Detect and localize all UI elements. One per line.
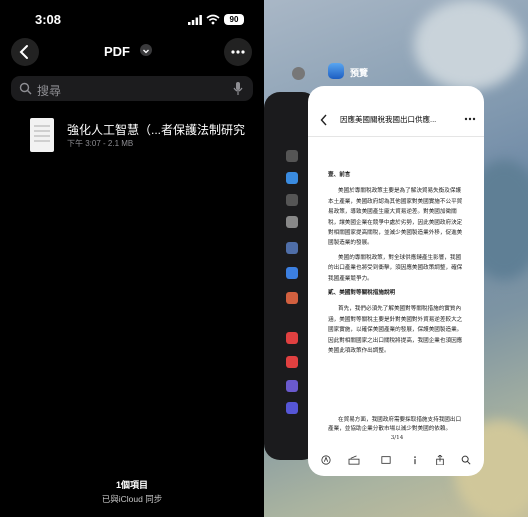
battery-indicator: 90 (224, 14, 244, 25)
wifi-icon (206, 14, 220, 25)
file-name: 強化人工智慧（...者保護法制研究 (67, 123, 246, 137)
settings-app-icon (292, 67, 305, 80)
file-list-item[interactable]: 強化人工智慧（...者保護法制研究 下午 3:07 - 2.1 MB (30, 118, 260, 158)
markup-toolbar (308, 448, 484, 472)
file-meta: 下午 3:07 - 2.1 MB (67, 139, 134, 148)
pdf-thumbnail (30, 118, 54, 152)
search-field[interactable]: 搜尋 (11, 76, 253, 101)
title-menu-button[interactable] (140, 44, 152, 56)
back-button[interactable] (11, 38, 39, 66)
item-count: 1個項目 (115, 480, 148, 490)
status-time: 3:08 (35, 12, 62, 27)
search-placeholder: 搜尋 (37, 84, 62, 98)
section-heading: 壹、前言 (328, 172, 351, 178)
document-title[interactable]: 因應美國關稅我國出口供應... (340, 114, 436, 125)
magnifier-icon (19, 82, 32, 95)
markup-pen-icon[interactable] (320, 455, 332, 465)
ellipsis-icon[interactable] (464, 117, 476, 121)
shape-icon[interactable] (380, 455, 392, 465)
app-label: 預覽 (350, 68, 369, 78)
icloud-sync-status: 已與iCloud 同步 (101, 494, 163, 504)
section-heading: 貳、美國對等關稅措施說明 (328, 290, 396, 297)
more-button[interactable] (224, 38, 252, 66)
document-page-2: 在貿易方面，我國政府需要採取措施支持我國出口產業，並協助企業分散市場以減少對美國… (328, 416, 466, 443)
folder-title[interactable]: PDF (104, 44, 130, 59)
preview-app-icon[interactable] (328, 63, 344, 79)
signature-icon[interactable] (348, 455, 360, 465)
paragraph: 美國於專關稅政策主要是為了解決貿易失衡及保護本土產業，美國政府認為其他國家對美國… (328, 188, 463, 247)
chevron-left-icon[interactable] (320, 114, 328, 126)
app-switcher: 預覽 因應美國關稅我國出口供應... 壹、前言 美國於專關稅政策主要是為了解決貿… (264, 0, 528, 517)
ellipsis-icon (231, 50, 245, 54)
share-icon[interactable] (434, 455, 446, 465)
paragraph: 美國的專關稅政策，對全球供應鏈產生影響，我國的出口產業也將受到衝擊，須因應美國政… (328, 254, 463, 282)
document-page: 壹、前言 美國於專關稅政策主要是為了解決貿易失衡及保護本土產業，美國政府認為其他… (328, 166, 466, 361)
status-bar: 3:08 90 (0, 10, 264, 30)
search-icon[interactable] (460, 455, 472, 465)
cellular-signal-icon (188, 15, 202, 25)
chevron-down-icon (143, 49, 149, 54)
files-app: 3:08 90 PDF 搜尋 強化人工智慧（...者保護法制研究 下午 3:07… (0, 0, 264, 517)
info-icon[interactable] (409, 455, 421, 465)
paragraph: 在貿易方面，我國政府需要採取措施支持我國出口產業，並協助企業分散市場以減少對美國… (328, 417, 462, 432)
chevron-left-icon (19, 45, 28, 59)
preview-app-card[interactable]: 因應美國關稅我國出口供應... 壹、前言 美國於專關稅政策主要是為了解決貿易失衡… (308, 86, 484, 476)
page-number: 3/14 (390, 435, 404, 441)
paragraph: 首先，我們必須先了解美國對等關稅措施的實質內涵，美國對等關稅主要是針對美國對外貿… (328, 306, 463, 355)
microphone-icon[interactable] (233, 81, 243, 96)
